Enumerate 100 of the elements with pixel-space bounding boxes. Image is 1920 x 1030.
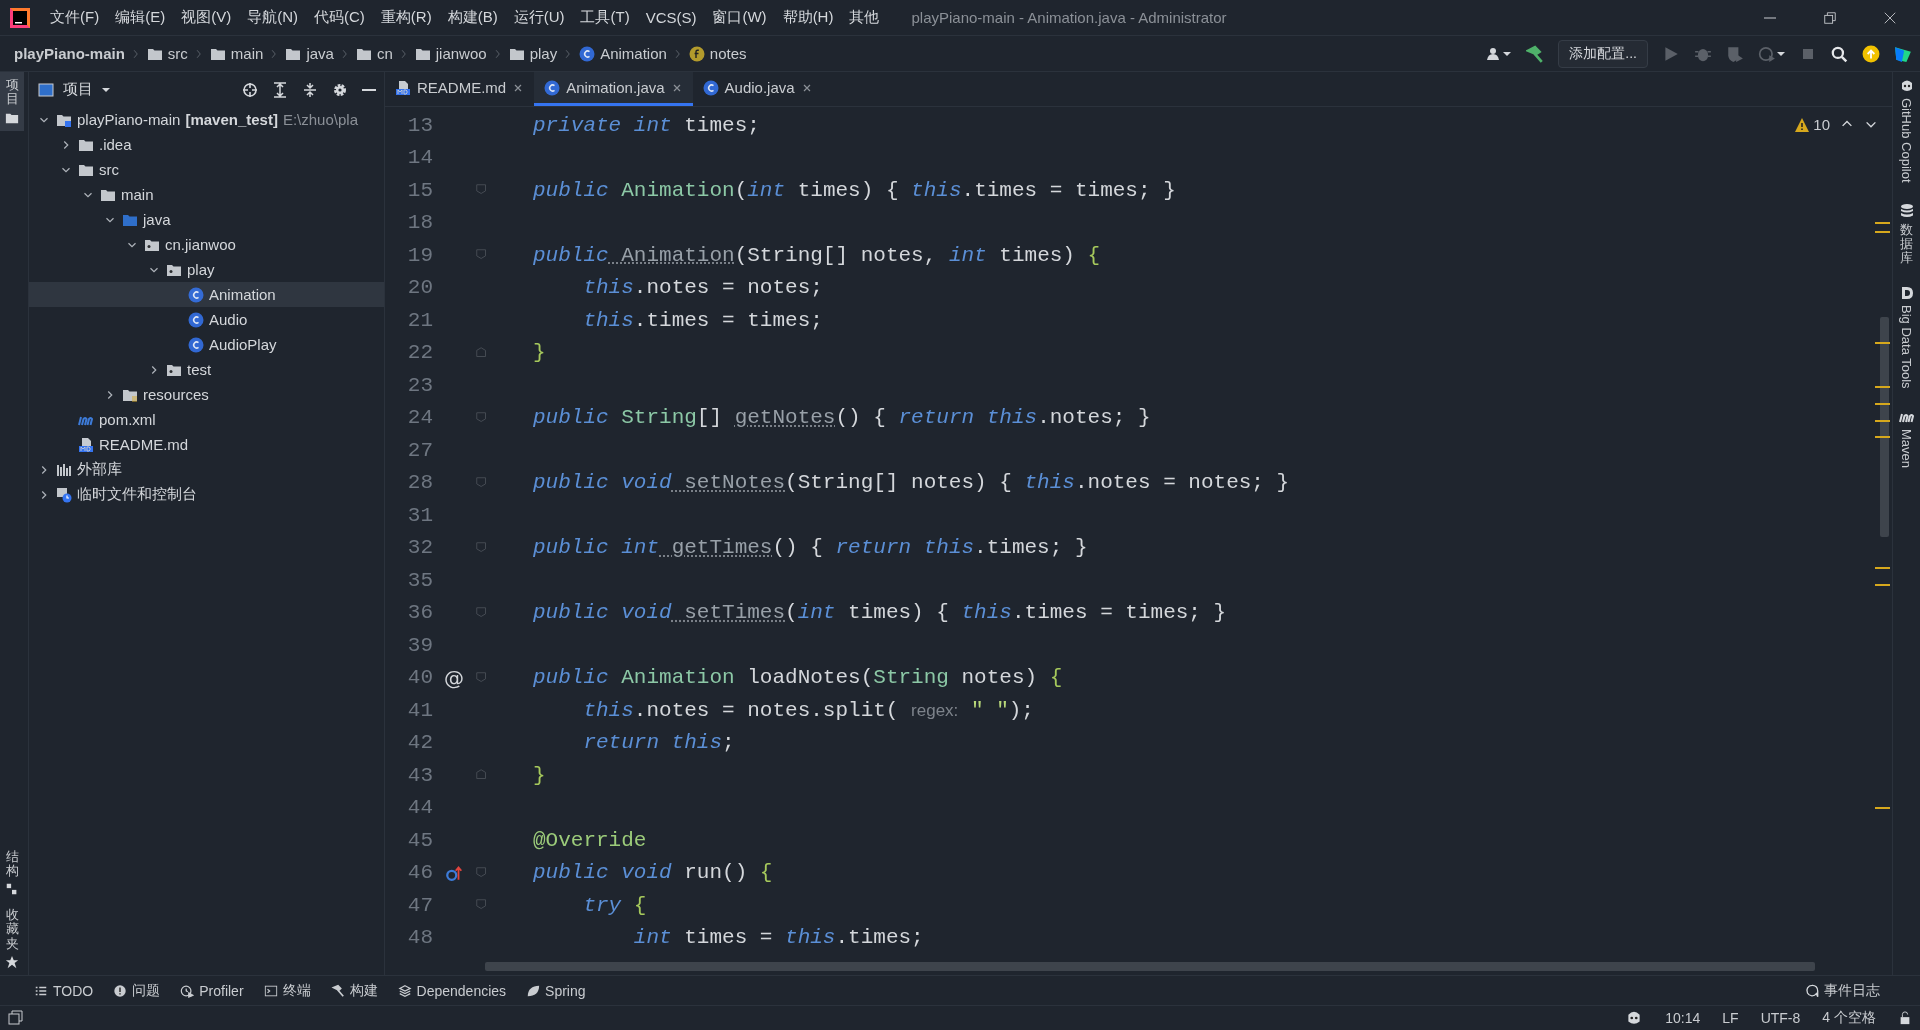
tree-item[interactable]: .idea <box>29 132 384 157</box>
menu-item[interactable]: 窗口(W) <box>704 8 775 27</box>
breadcrumb-item[interactable]: cn <box>355 45 393 62</box>
tool-window-button[interactable]: TODO <box>34 982 94 999</box>
tree-item[interactable]: resources <box>29 382 384 407</box>
line-number: 21 <box>406 307 434 334</box>
balloon-icon <box>1805 983 1819 998</box>
code-line: private int times; <box>533 113 760 137</box>
breadcrumb-item[interactable]: playPiano-main <box>14 45 125 62</box>
menu-item[interactable]: 重构(R) <box>372 8 440 27</box>
tool-window-tab[interactable]: Maven <box>1898 409 1915 469</box>
breadcrumb-item[interactable]: java <box>285 45 334 62</box>
project-view-selector[interactable]: 项目 <box>37 80 111 99</box>
tree-item[interactable]: playPiano-main [maven_test] E:\zhuo\pla <box>29 107 384 132</box>
tool-window-button[interactable]: Spring <box>526 982 586 999</box>
fold-icon <box>475 475 489 490</box>
tool-window-button[interactable]: 终端 <box>263 981 311 1000</box>
tool-window-button[interactable]: 构建 <box>330 981 378 1000</box>
menu-item[interactable]: 导航(N) <box>239 8 306 27</box>
tree-item[interactable]: src <box>29 157 384 182</box>
tree-item[interactable]: java <box>29 207 384 232</box>
gutter-marker[interactable]: @ <box>444 665 464 690</box>
collapse-all-icon <box>302 81 318 98</box>
status-item[interactable]: LF <box>1722 1010 1739 1026</box>
profiler-icon <box>180 983 195 998</box>
menu-item[interactable]: 构建(B) <box>439 8 506 27</box>
editor-tab[interactable]: README.md <box>385 72 535 106</box>
tool-window-button[interactable]: 问题 <box>113 981 161 1000</box>
tree-item[interactable]: pom.xml <box>29 407 384 432</box>
hammer-icon <box>1526 44 1545 63</box>
breadcrumb-item[interactable]: notes <box>688 45 747 62</box>
menu-item[interactable]: 视图(V) <box>173 8 240 27</box>
line-number: 13 <box>406 112 434 139</box>
warning-mark[interactable] <box>1875 222 1890 224</box>
expand-all-icon <box>272 81 288 98</box>
line-number: 22 <box>406 340 434 367</box>
status-item[interactable]: 10:14 <box>1665 1010 1701 1026</box>
breadcrumb-item[interactable]: Animation <box>579 45 667 62</box>
code-line: return this; <box>582 731 735 755</box>
breadcrumb-item[interactable]: main <box>209 45 264 62</box>
breadcrumb-item[interactable]: src <box>146 45 188 62</box>
warning-count[interactable]: 10 <box>1794 116 1830 133</box>
warning-circle-icon <box>113 983 128 998</box>
override-icon[interactable] <box>445 863 463 882</box>
warning-mark[interactable] <box>1875 403 1890 405</box>
line-number: 45 <box>406 827 434 854</box>
tool-window-tab[interactable]: 数据库 <box>1898 202 1915 266</box>
project-tool-tab[interactable]: 项目 <box>0 72 24 131</box>
breadcrumb-item[interactable]: play <box>508 45 558 62</box>
fold-icon <box>475 605 489 620</box>
menu-item[interactable]: 其他 <box>841 8 888 27</box>
horizontal-scrollbar[interactable] <box>485 962 1815 971</box>
menu-item[interactable]: VCS(S) <box>637 9 705 26</box>
scrollbar-thumb[interactable] <box>1880 317 1889 537</box>
event-log-button[interactable]: 事件日志 <box>1805 981 1880 1000</box>
tree-item[interactable]: cn.jianwoo <box>29 232 384 257</box>
tree-item[interactable]: Animation <box>29 282 384 307</box>
status-item[interactable]: UTF-8 <box>1760 1010 1801 1026</box>
breadcrumb-item[interactable]: jianwoo <box>414 45 487 62</box>
code-line: public Animation(int times) { this.times = times; } <box>533 178 1176 202</box>
editor-tab[interactable]: Audio.java <box>692 72 823 106</box>
tool-window-tab[interactable]: Big Data Tools <box>1898 285 1915 390</box>
menu-item[interactable]: 文件(F) <box>42 8 108 27</box>
tool-window-button[interactable]: Dependencies <box>397 982 507 999</box>
code-line: int times = this.times; <box>632 926 924 950</box>
tool-window-button[interactable]: Profiler <box>180 982 244 999</box>
menu-item[interactable]: 帮助(H) <box>774 8 842 27</box>
line-number: 20 <box>406 275 434 302</box>
add-configuration-button[interactable]: 添加配置... <box>1558 39 1648 68</box>
field-icon <box>688 45 705 62</box>
warning-mark[interactable] <box>1875 231 1890 233</box>
line-number: 40 <box>406 665 434 692</box>
tool-window-tab[interactable]: 收藏夹 <box>0 902 24 975</box>
tree-item[interactable]: test <box>29 357 384 382</box>
fold-icon <box>475 410 489 425</box>
tree-item[interactable]: 临时文件和控制台 <box>29 482 384 507</box>
code-line: public int getTimes() { return this.times; } <box>533 536 1088 560</box>
warning-mark[interactable] <box>1875 584 1890 586</box>
tree-item[interactable]: main <box>29 182 384 207</box>
tree-item[interactable]: AudioPlay <box>29 332 384 357</box>
warning-mark[interactable] <box>1875 342 1890 344</box>
tree-item[interactable]: 外部库 <box>29 457 384 482</box>
warning-mark[interactable] <box>1875 567 1890 569</box>
tree-item[interactable]: Audio <box>29 307 384 332</box>
code-line: public void run() { <box>533 861 773 885</box>
menu-item[interactable]: 运行(U) <box>505 8 573 27</box>
warning-mark[interactable] <box>1875 420 1890 422</box>
menu-item[interactable]: 工具(T) <box>572 8 638 27</box>
warning-mark[interactable] <box>1875 386 1890 388</box>
editor-tab[interactable]: Animation.java <box>534 72 693 106</box>
fold-icon <box>475 865 489 880</box>
tree-item[interactable]: README.md <box>29 432 384 457</box>
tree-item[interactable]: play <box>29 257 384 282</box>
status-item[interactable]: 4 个空格 <box>1822 1009 1876 1027</box>
menu-item[interactable]: 代码(C) <box>306 8 373 27</box>
warning-mark[interactable] <box>1875 807 1890 809</box>
tool-window-tab[interactable]: 结构 <box>0 843 24 903</box>
warning-mark[interactable] <box>1875 436 1890 438</box>
menu-item[interactable]: 编辑(E) <box>107 8 174 27</box>
tool-window-tab[interactable]: GitHub Copilot <box>1898 78 1915 183</box>
